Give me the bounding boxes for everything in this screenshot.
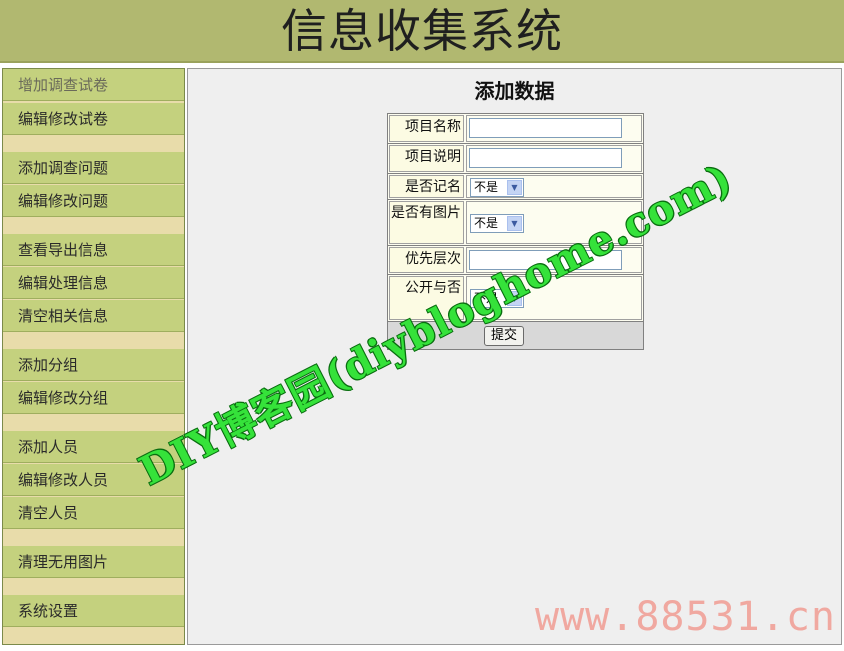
named-select-value: 不是	[474, 180, 499, 194]
priority-label: 优先层次	[389, 247, 464, 273]
project-name-input[interactable]	[469, 118, 622, 138]
form-row-has-image: 是否有图片 不是 ▼	[388, 200, 643, 246]
has-image-label: 是否有图片	[389, 201, 464, 244]
sidebar-item-settings[interactable]: 系统设置	[3, 595, 184, 627]
sidebar-separator	[3, 578, 184, 595]
form-row-project-desc: 项目说明	[388, 144, 643, 174]
chevron-down-icon: ▼	[507, 180, 522, 195]
submit-button[interactable]: 提交	[484, 326, 524, 346]
form-row-project-name: 项目名称	[388, 114, 643, 144]
sidebar-separator	[3, 135, 184, 152]
project-desc-input[interactable]	[469, 148, 622, 168]
sidebar-item-view-export[interactable]: 查看导出信息	[3, 234, 184, 266]
public-select-value: 不是	[474, 291, 499, 305]
sidebar-item-clear-person[interactable]: 清空人员	[3, 497, 184, 529]
form-row-public: 公开与否 不是 ▼	[388, 275, 643, 322]
chevron-down-icon: ▼	[507, 216, 522, 231]
page-title: 添加数据	[474, 79, 555, 103]
sidebar-separator	[3, 529, 184, 546]
sidebar-item-clean-images[interactable]: 清理无用图片	[3, 546, 184, 578]
sidebar-item-add-question[interactable]: 添加调查问题	[3, 152, 184, 184]
priority-input[interactable]	[469, 250, 622, 270]
sidebar-item-add-survey[interactable]: 增加调查试卷	[3, 69, 184, 101]
form-row-named: 是否记名 不是 ▼	[388, 174, 643, 200]
has-image-select[interactable]: 不是 ▼	[470, 214, 524, 233]
sidebar-separator	[3, 332, 184, 349]
app-header: 信息收集系统	[0, 0, 844, 63]
form-submit-row: 提交	[388, 322, 643, 349]
sidebar-item-add-group[interactable]: 添加分组	[3, 349, 184, 381]
public-select[interactable]: 不是 ▼	[470, 289, 524, 308]
add-data-form: 项目名称 项目说明 是否记名 不是 ▼ 是否有图片 不是 ▼ 优先层次 公开与否…	[387, 113, 644, 350]
sidebar-item-clear-info[interactable]: 清空相关信息	[3, 300, 184, 332]
main-content: 添加数据 项目名称 项目说明 是否记名 不是 ▼ 是否有图片 不是 ▼ 优先层次…	[187, 68, 842, 645]
sidebar-item-edit-survey[interactable]: 编辑修改试卷	[3, 103, 184, 135]
form-row-priority: 优先层次	[388, 246, 643, 275]
sidebar-item-edit-group[interactable]: 编辑修改分组	[3, 382, 184, 414]
sidebar-item-edit-person[interactable]: 编辑修改人员	[3, 464, 184, 496]
sidebar-nav: 增加调查试卷 编辑修改试卷 添加调查问题 编辑修改问题 查看导出信息 编辑处理信…	[2, 68, 185, 645]
project-desc-label: 项目说明	[389, 145, 464, 172]
chevron-down-icon: ▼	[507, 291, 522, 306]
sidebar-item-edit-question[interactable]: 编辑修改问题	[3, 185, 184, 217]
public-label: 公开与否	[389, 276, 464, 320]
named-select[interactable]: 不是 ▼	[470, 178, 524, 197]
app-title: 信息收集系统	[281, 4, 563, 58]
sidebar-item-add-person[interactable]: 添加人员	[3, 431, 184, 463]
named-label: 是否记名	[389, 175, 464, 198]
project-name-label: 项目名称	[389, 115, 464, 142]
has-image-select-value: 不是	[474, 216, 499, 230]
sidebar-separator	[3, 217, 184, 234]
sidebar-item-edit-process[interactable]: 编辑处理信息	[3, 267, 184, 299]
sidebar-separator	[3, 414, 184, 431]
